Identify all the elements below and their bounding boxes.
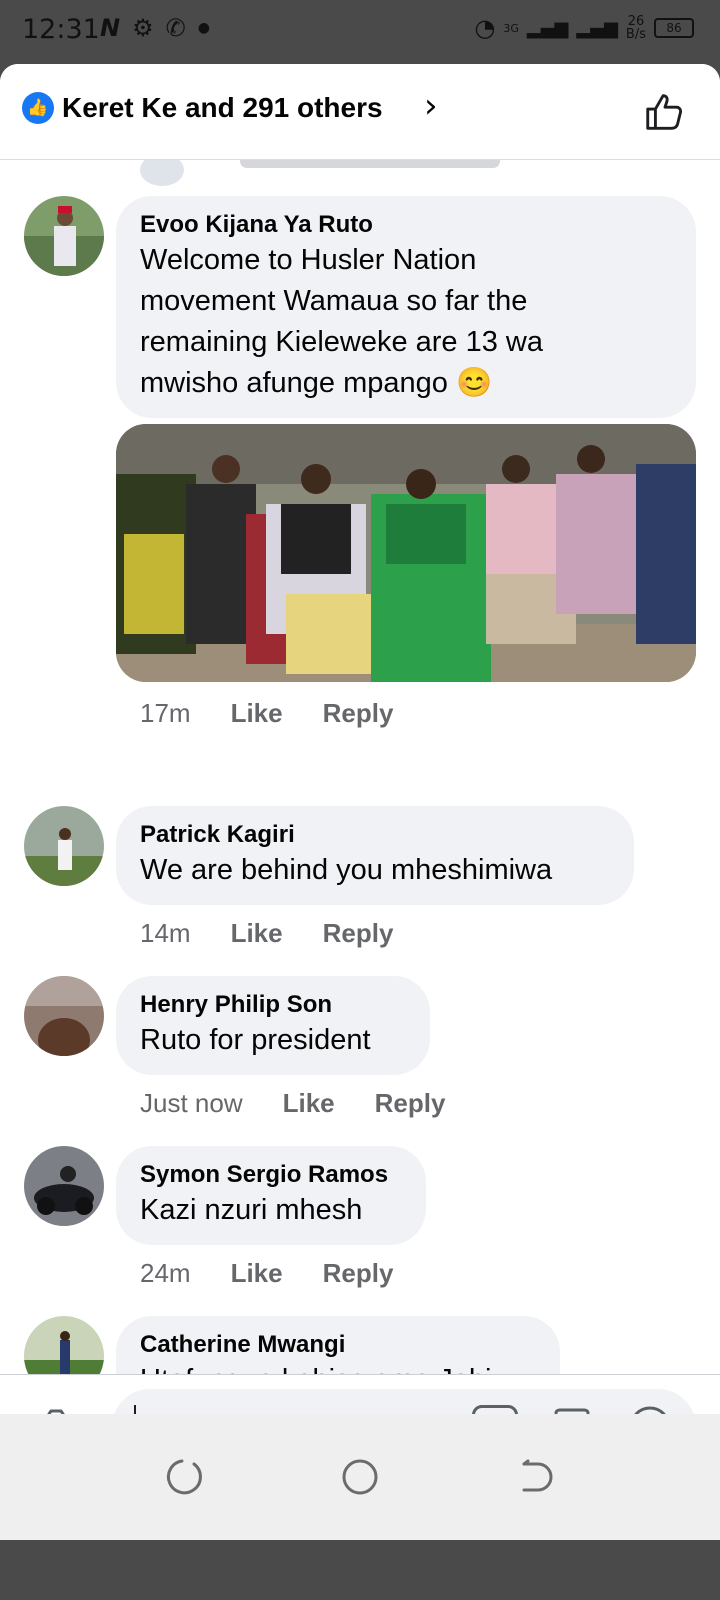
recent-apps-icon[interactable]: [160, 1454, 206, 1500]
comment-author[interactable]: Symon Sergio Ramos: [140, 1160, 404, 1190]
chevron-right-icon[interactable]: ›: [424, 86, 438, 126]
data-saver-icon: ◔: [474, 14, 496, 42]
reply-button[interactable]: Reply: [375, 1088, 446, 1119]
comment-author[interactable]: Patrick Kagiri: [140, 820, 612, 850]
comment-timestamp[interactable]: Just now: [140, 1088, 243, 1119]
network-speed-unit: B/s: [625, 27, 646, 42]
signal-strength-icon: ▂▄▆: [526, 17, 569, 39]
comment-text-line: Kazi nzuri mhesh: [140, 1194, 363, 1226]
comment-text-line: Welcome to Husler Nation: [140, 244, 477, 276]
avatar[interactable]: [24, 976, 104, 1056]
comment-bubble[interactable]: Henry Philip Son Ruto for president: [116, 976, 430, 1075]
home-icon[interactable]: [337, 1454, 383, 1500]
back-icon[interactable]: [512, 1454, 558, 1500]
like-button[interactable]: Like: [231, 1258, 283, 1289]
reactions-summary[interactable]: Keret Ke and 291 others: [62, 92, 383, 124]
comment-text-line: movement Wamaua so far the: [140, 285, 528, 317]
status-bar: 12:31 N ⚙ ✆ ● ◔ 3G ▂▄▆ ▂▄▆ 26 B/s 86: [0, 0, 720, 64]
more-notifications-dot-icon: ●: [197, 20, 210, 36]
reactions-header[interactable]: 👍 Keret Ke and 291 others ›: [0, 64, 720, 160]
comment-text-line: Ruto for president: [140, 1024, 371, 1056]
netflix-notification-icon: N: [100, 14, 121, 42]
like-button[interactable]: Like: [231, 698, 283, 729]
comment-actions: 17m Like Reply: [140, 698, 393, 729]
network-speed: 26 B/s: [626, 15, 646, 41]
comment-text-line: remaining Kieleweke are 13 wa: [140, 326, 543, 358]
whatsapp-notification-icon: ✆: [165, 14, 186, 42]
reply-button[interactable]: Reply: [323, 918, 394, 949]
signal-strength-2-icon: ▂▄▆: [576, 17, 618, 39]
reply-button[interactable]: Reply: [323, 698, 394, 729]
previous-comment-meta: [240, 160, 500, 168]
comment-actions: Just now Like Reply: [140, 1088, 445, 1119]
network-type-label: 3G: [503, 21, 519, 35]
comment-author[interactable]: Evoo Kijana Ya Ruto: [140, 210, 674, 240]
like-button[interactable]: Like: [283, 1088, 335, 1119]
like-reaction-icon: 👍: [22, 92, 54, 124]
avatar[interactable]: [24, 806, 104, 886]
avatar[interactable]: [24, 196, 104, 276]
comment-timestamp[interactable]: 17m: [140, 698, 191, 729]
comment-text-line: We are behind you mheshimiwa: [140, 854, 553, 886]
system-navigation-bar: [0, 1414, 720, 1540]
comments-sheet: 👍 Keret Ke and 291 others › Evoo Kijana …: [0, 64, 720, 1504]
battery-icon: 86: [654, 18, 694, 38]
like-post-icon[interactable]: [642, 88, 688, 134]
comment-bubble[interactable]: Evoo Kijana Ya Ruto Welcome to Husler Na…: [116, 196, 696, 418]
comment-timestamp[interactable]: 14m: [140, 918, 191, 949]
comment-actions: 24m Like Reply: [140, 1258, 393, 1289]
previous-comment-avatar: [140, 160, 184, 186]
like-button[interactable]: Like: [231, 918, 283, 949]
comment-bubble[interactable]: Symon Sergio Ramos Kazi nzuri mhesh: [116, 1146, 426, 1245]
settings-notification-icon: ⚙: [132, 14, 154, 42]
avatar[interactable]: [24, 1146, 104, 1226]
reply-button[interactable]: Reply: [323, 1258, 394, 1289]
comments-list: Evoo Kijana Ya Ruto Welcome to Husler Na…: [0, 160, 720, 1466]
comment-photo[interactable]: [116, 424, 696, 682]
comment-bubble[interactable]: Patrick Kagiri We are behind you mheshim…: [116, 806, 634, 905]
comment-timestamp[interactable]: 24m: [140, 1258, 191, 1289]
comment-author[interactable]: Catherine Mwangi: [140, 1330, 538, 1360]
comment-actions: 14m Like Reply: [140, 918, 393, 949]
comment-author[interactable]: Henry Philip Son: [140, 990, 408, 1020]
status-time: 12:31: [22, 14, 100, 45]
comment-text-line: mwisho afunge mpango 😊: [140, 367, 493, 399]
